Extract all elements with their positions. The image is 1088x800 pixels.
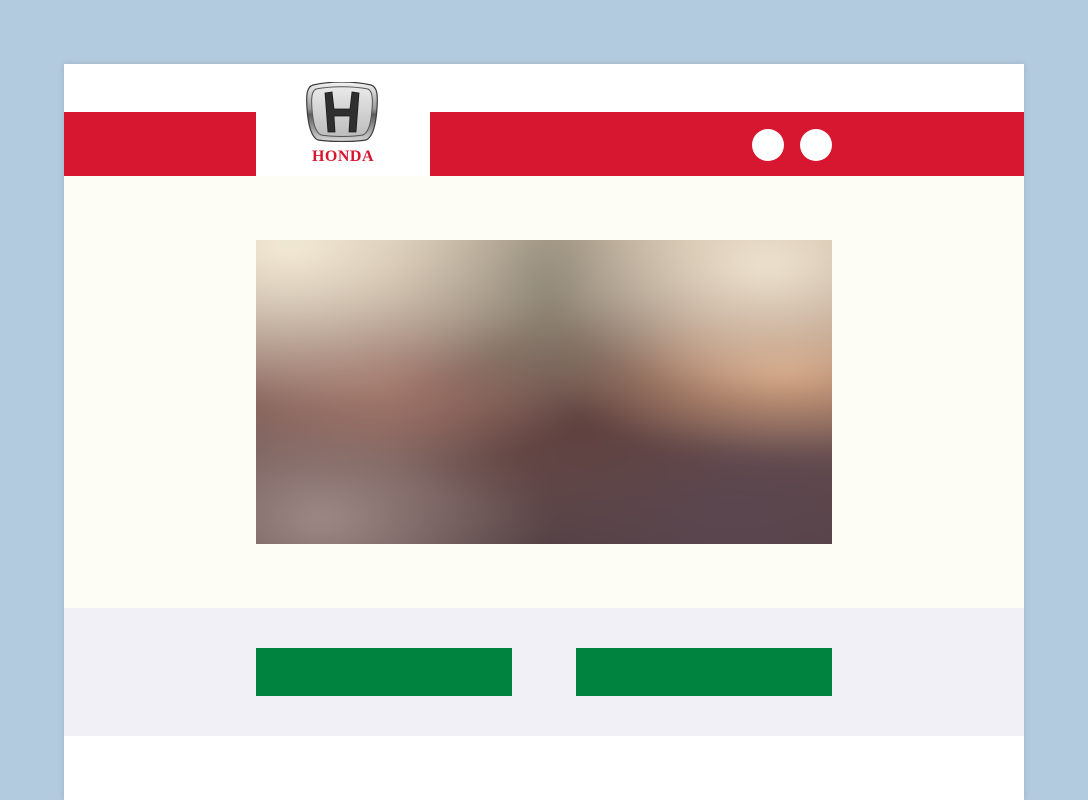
hero-image[interactable]	[256, 240, 832, 544]
cta-button-left[interactable]	[256, 648, 512, 696]
header-band	[64, 112, 1024, 176]
header-circle-icon[interactable]	[800, 129, 832, 161]
email-page: HONDA	[64, 64, 1024, 800]
hero-image-blur	[256, 240, 832, 544]
cta-button-right[interactable]	[576, 648, 832, 696]
hero-section	[64, 176, 1024, 608]
brand-wordmark: HONDA	[311, 148, 375, 165]
header-circle-icon[interactable]	[752, 129, 784, 161]
logo-box[interactable]: HONDA	[256, 64, 430, 176]
cta-section	[64, 608, 1024, 736]
honda-logo-icon	[306, 82, 378, 142]
